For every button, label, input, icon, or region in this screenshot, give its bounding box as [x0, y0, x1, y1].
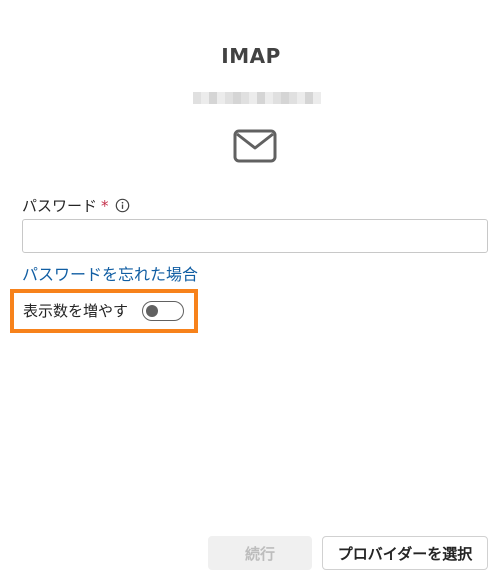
page-title: IMAP: [221, 44, 281, 68]
show-more-label: 表示数を増やす: [23, 302, 129, 320]
password-label: パスワード: [22, 197, 98, 215]
password-label-row: パスワード *: [22, 195, 130, 216]
required-marker: *: [101, 196, 109, 215]
continue-button[interactable]: 続行: [208, 536, 312, 570]
info-icon[interactable]: [115, 198, 130, 213]
toggle-knob: [146, 304, 159, 317]
mail-icon: [233, 129, 277, 163]
account-email-redacted: [193, 90, 321, 106]
password-input[interactable]: [22, 219, 488, 253]
show-more-row: 表示数を増やす: [23, 300, 185, 321]
choose-provider-button[interactable]: プロバイダーを選択: [322, 536, 488, 570]
show-more-toggle[interactable]: [142, 300, 185, 321]
forgot-password-link[interactable]: パスワードを忘れた場合: [22, 261, 198, 285]
imap-signin-page: IMAP パスワード * パスワードを忘れた場合 表示数を増やす 続行 プロバイ…: [0, 0, 502, 580]
